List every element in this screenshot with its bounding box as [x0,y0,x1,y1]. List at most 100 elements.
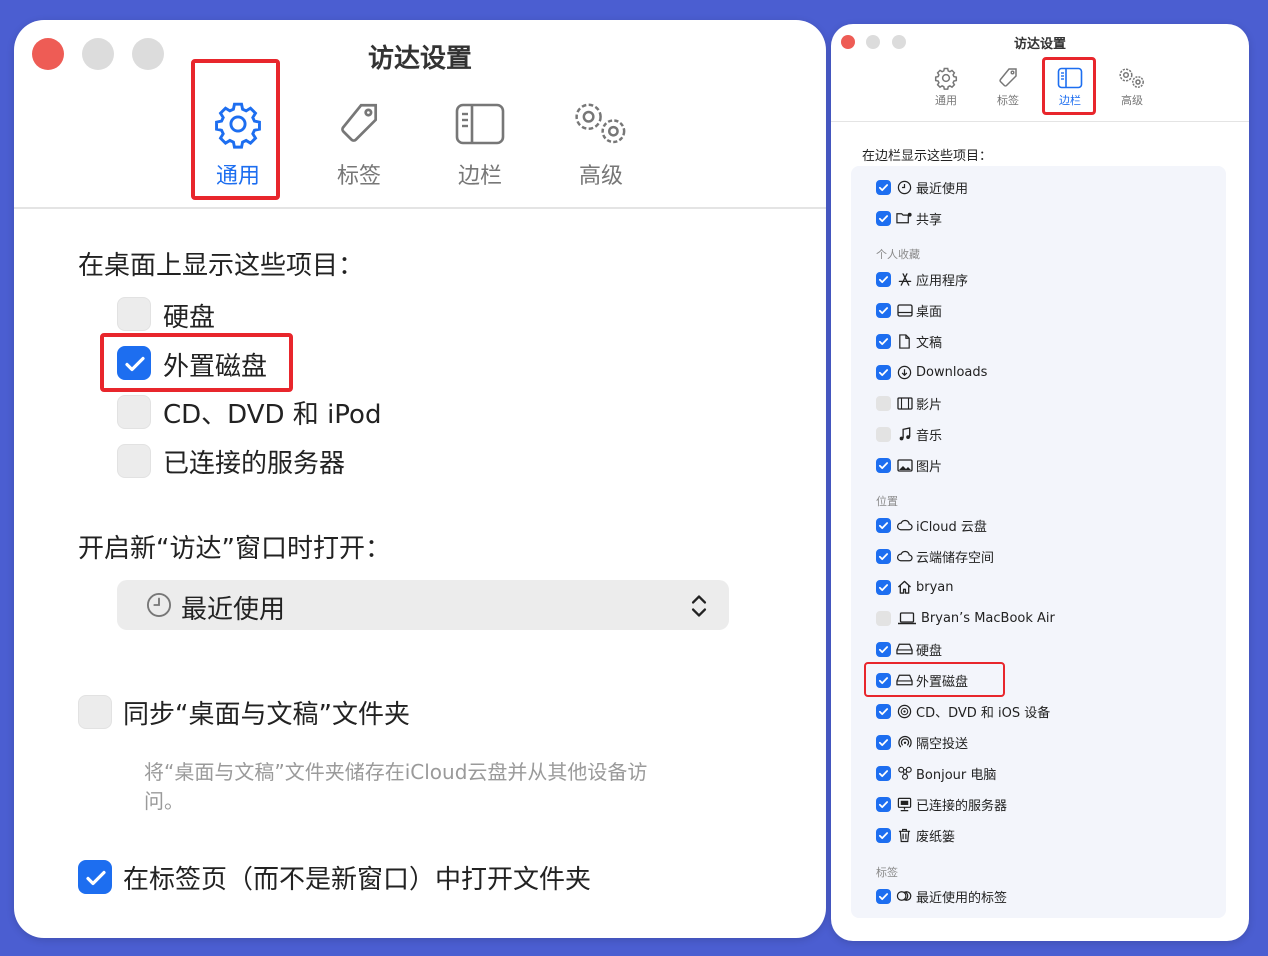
disc-icon [896,703,913,719]
list-item-movies[interactable]: 影片 [876,392,942,414]
list-item-home[interactable]: bryan [876,576,954,598]
section-header-locations: 位置 [876,495,898,508]
list-item-bonjour[interactable]: Bonjour 电脑 [876,762,996,784]
laptop-icon [896,610,918,626]
section-header-favorites: 个人收藏 [876,248,920,261]
tab-advanced[interactable]: 高级 [546,94,656,190]
checkbox[interactable] [876,579,891,595]
item-label: Bonjour 电脑 [916,767,997,783]
checkbox[interactable] [876,333,891,349]
item-label: bryan [916,579,954,595]
list-item-applications[interactable]: 应用程序 [876,268,968,290]
checkbox[interactable] [876,827,891,843]
item-label: 文稿 [916,335,943,351]
film-icon [896,395,913,411]
desktop-items-heading: 在桌面上显示这些项目： [78,251,365,281]
checkbox[interactable] [876,548,891,564]
list-item-pictures[interactable]: 图片 [876,454,942,476]
checkbox[interactable] [876,765,891,781]
document-icon [896,333,913,349]
list-item-recents[interactable]: 最近使用 [876,176,968,198]
item-label: iCloud 云盘 [916,519,987,535]
list-item-connected-servers[interactable]: 已连接的服务器 [876,793,1007,815]
checkbox[interactable] [876,734,891,750]
highlight-box-sidebar-tab [1042,57,1096,115]
new-window-value: 最近使用 [181,595,286,625]
checkbox[interactable] [876,703,891,719]
list-item-cd-dvd-ios[interactable]: CD、DVD 和 iOS 设备 [876,700,1050,722]
item-label: 图片 [916,459,943,475]
checkbox[interactable] [876,641,891,657]
list-item-airdrop[interactable]: 隔空投送 [876,731,968,753]
checkbox[interactable] [876,796,891,812]
item-label: 隔空投送 [916,736,969,752]
item-label: Bryan’s MacBook Air [921,610,1055,626]
checkbox-open-in-tabs[interactable] [78,860,112,894]
checkbox[interactable] [876,610,891,626]
list-item-documents[interactable]: 文稿 [876,330,942,352]
list-item-downloads[interactable]: Downloads [876,361,987,383]
checkbox[interactable] [876,457,891,473]
tab-advanced[interactable]: 高级 [1108,64,1156,108]
new-window-heading: 开启新“访达”窗口时打开： [78,534,391,564]
highlight-box-general-tab [191,59,280,200]
highlight-box-external-disks [100,333,293,392]
checkbox[interactable] [876,517,891,533]
new-window-popup[interactable]: 最近使用 [117,580,729,630]
cloud-icon [896,548,913,564]
tab-tags[interactable]: 标签 [304,94,414,190]
label-hard-disks: 硬盘 [163,303,216,333]
clock-icon [145,591,173,623]
checkbox[interactable] [876,302,891,318]
checkbox-connected-servers[interactable] [117,444,151,478]
list-item-shared[interactable]: 共享 [876,207,942,229]
sidebar-items-heading: 在边栏显示这些项目： [862,149,993,164]
tab-sidebar[interactable]: 边栏 [425,94,535,190]
list-item-icloud-drive[interactable]: iCloud 云盘 [876,514,987,536]
server-icon [896,796,913,812]
desktop-icon [896,302,913,318]
item-label: 废纸篓 [916,829,956,845]
item-label: 云端储存空间 [916,550,995,566]
checkbox[interactable] [876,426,891,442]
item-label: 硬盘 [916,643,943,659]
checkbox[interactable] [876,888,891,904]
item-label: 共享 [916,212,943,228]
tab-tags[interactable]: 标签 [984,64,1032,108]
clock-icon [896,179,913,195]
trash-icon [896,827,913,843]
item-label: 最近使用的标签 [916,890,1008,906]
item-label: CD、DVD 和 iOS 设备 [916,705,1051,721]
checkbox[interactable] [876,210,891,226]
tag-icon [304,94,414,154]
bonjour-icon [896,765,913,781]
list-item-trash[interactable]: 废纸篓 [876,824,955,846]
checkbox-sync-desktop-documents[interactable] [78,695,112,729]
checkbox[interactable] [876,271,891,287]
checkbox[interactable] [876,364,891,380]
section-header-tags: 标签 [876,866,898,879]
checkbox-hard-disks[interactable] [117,297,151,331]
applications-icon [896,271,913,287]
list-item-macbook[interactable]: Bryan’s MacBook Air [876,607,1055,629]
updown-chevron-icon [689,593,709,623]
list-item-desktop[interactable]: 桌面 [876,299,942,321]
item-label: 音乐 [916,428,943,444]
toolbar-divider [14,207,826,209]
item-label: Downloads [916,364,988,380]
item-label: 桌面 [916,304,943,320]
list-item-recent-tags[interactable]: 最近使用的标签 [876,885,1007,907]
checkbox[interactable] [876,395,891,411]
label-sync-desktop-documents: 同步“桌面与文稿”文件夹 [123,700,410,730]
checkbox[interactable] [876,179,891,195]
list-item-cloud-storage[interactable]: 云端储存空间 [876,545,994,567]
checkbox-cds-dvds-ipods[interactable] [117,395,151,429]
item-label: 影片 [916,397,943,413]
tab-general[interactable]: 通用 [922,64,970,108]
list-item-music[interactable]: 音乐 [876,423,942,445]
list-item-hard-disk[interactable]: 硬盘 [876,638,942,660]
gear-icon [922,64,970,92]
gears-icon [1108,64,1156,92]
item-label: 应用程序 [916,273,969,289]
tags-icon [896,888,913,904]
